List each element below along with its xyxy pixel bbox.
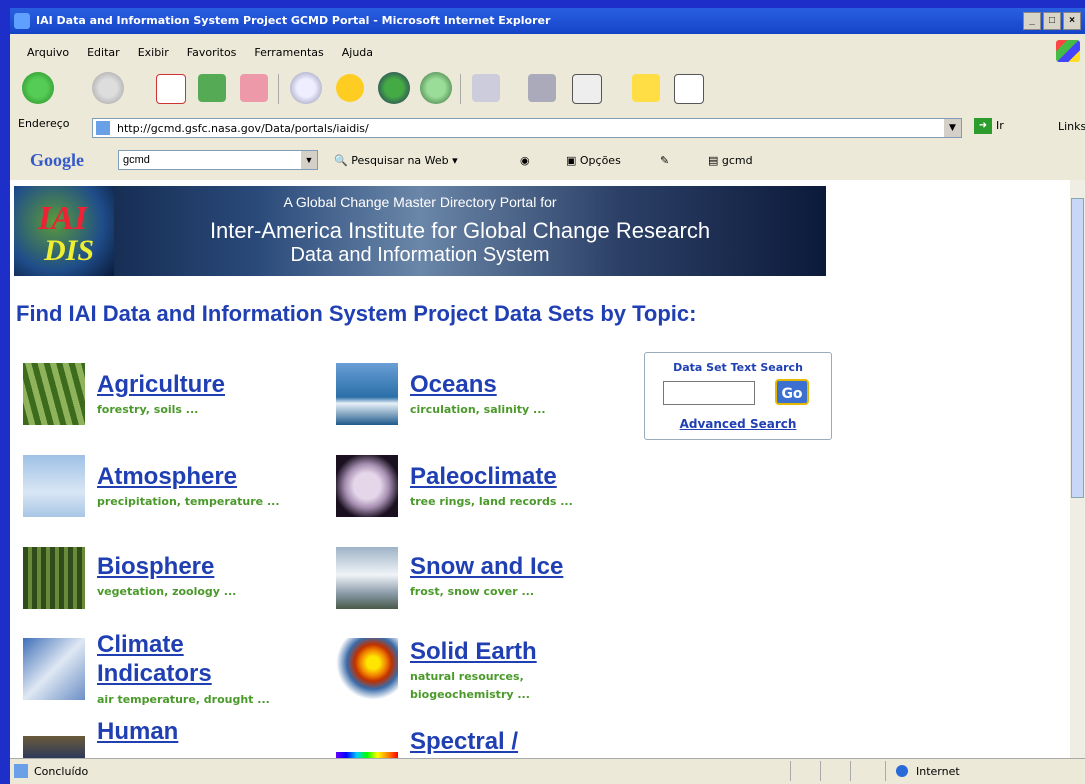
advanced-search-link[interactable]: Advanced Search [645,417,831,431]
climate-image[interactable] [23,638,85,700]
topic-link[interactable]: Climate [97,631,184,659]
search-panel-title: Data Set Text Search [673,361,803,374]
home-icon[interactable] [240,74,268,102]
topic-subtitle: vegetation, zoology ... [97,585,237,598]
search-icon[interactable] [290,72,322,104]
close-button[interactable]: × [1063,12,1081,30]
topic-subtitle: circulation, salinity ... [410,403,546,416]
banner-line3: Data and Information System [290,244,550,266]
topic-link[interactable]: Snow and Ice [410,553,563,581]
paleoclimate-image[interactable] [336,455,398,517]
google-logo[interactable]: Google [30,150,84,171]
menu-bar: Arquivo Editar Exibir Favoritos Ferramentas A… [18,43,382,61]
stop-icon[interactable] [156,74,186,104]
internet-zone-icon [896,765,908,777]
menu-editar[interactable]: Editar [78,46,129,59]
snow-ice-image[interactable] [336,547,398,609]
status-bar: Concluído Internet [10,758,1085,784]
topic-subtitle: forestry, soils ... [97,403,199,416]
refresh-icon[interactable] [198,74,226,102]
gcmd-search-button[interactable]: ▤ gcmd [708,154,753,167]
topic-subtitle: frost, snow cover ... [410,585,535,598]
topic-link[interactable]: Agriculture [97,371,225,399]
window-title: IAI Data and Information System Project … [36,14,551,27]
menu-arquivo[interactable]: Arquivo [18,46,78,59]
oceans-image[interactable] [336,363,398,425]
forward-icon[interactable] [92,72,124,104]
media-icon[interactable] [378,72,410,104]
banner-line2: Inter-America Institute for Global Chang… [209,218,711,243]
menu-ajuda[interactable]: Ajuda [333,46,382,59]
options-label: Opções [579,154,621,167]
dropdown-icon[interactable]: ▼ [944,119,961,137]
print-icon[interactable] [528,74,556,102]
search-input[interactable] [663,381,755,405]
go-button[interactable]: Go [775,379,809,405]
page-heading: Find IAI Data and Information System Pro… [16,301,697,326]
solid-earth-image[interactable] [336,638,398,700]
zone-text: Internet [916,765,960,778]
topic-link[interactable]: Human [97,718,178,746]
windows-logo-icon [1056,40,1080,62]
go-arrow-icon: ➜ [974,118,992,134]
topic-link[interactable]: Atmosphere [97,463,237,491]
address-input[interactable]: http://gcmd.gsfc.nasa.gov/Data/portals/i… [92,118,962,138]
google-search-input[interactable]: gcmd ▼ [118,150,318,170]
maximize-button[interactable]: □ [1043,12,1061,30]
dropdown-icon[interactable]: ▼ [301,151,317,169]
highlight-icon[interactable]: ✎ [660,154,669,167]
favorites-icon[interactable] [336,74,364,102]
topic-subtitle: air temperature, drought ... [97,693,270,706]
topic-link-line2[interactable]: Indicators [97,660,212,688]
address-value: http://gcmd.gsfc.nasa.gov/Data/portals/i… [117,122,369,135]
topic-link[interactable]: Oceans [410,371,497,399]
topic-link[interactable]: Spectral / [410,728,518,756]
options-button[interactable]: ▣ Opções [566,154,621,167]
topic-subtitle-line2: biogeochemistry ... [410,688,530,701]
page-content: IAI DIS A Global Change Master Directory… [10,180,1070,758]
scrollbar-thumb[interactable] [1071,198,1084,498]
page-done-icon [14,764,28,778]
gcmd-label: gcmd [721,154,753,167]
title-bar: IAI Data and Information System Project … [10,8,1085,34]
menu-ferramentas[interactable]: Ferramentas [245,46,332,59]
topic-link[interactable]: Paleoclimate [410,463,557,491]
portal-banner: IAI DIS A Global Change Master Directory… [14,186,826,276]
mail-icon[interactable] [472,74,500,102]
go-label: Ir [996,119,1004,132]
address-label: Endereço [18,117,70,130]
search-web-button[interactable]: 🔍 Pesquisar na Web ▾ [334,154,458,167]
messenger-icon[interactable] [674,74,704,104]
biosphere-image[interactable] [23,547,85,609]
menu-exibir[interactable]: Exibir [129,46,178,59]
banner-line1: A Global Change Master Directory Portal … [283,194,557,210]
topic-subtitle: natural resources, [410,670,524,683]
agriculture-image[interactable] [23,363,85,425]
go-button[interactable]: ➜ Ir [974,118,1004,134]
text-search-panel: Data Set Text Search Go Advanced Search [644,352,832,440]
back-icon[interactable] [22,72,54,104]
status-text: Concluído [34,765,89,778]
topic-link[interactable]: Biosphere [97,553,214,581]
topic-link[interactable]: Solid Earth [410,638,537,666]
topic-subtitle: precipitation, temperature ... [97,495,280,508]
vertical-scrollbar[interactable] [1070,180,1085,758]
ie-icon [14,13,30,29]
atmosphere-image[interactable] [23,455,85,517]
discuss-icon[interactable] [632,74,660,102]
google-query: gcmd [123,154,150,166]
history-icon[interactable] [420,72,452,104]
minimize-button[interactable]: _ [1023,12,1041,30]
search-web-label: Pesquisar na Web [351,154,449,167]
links-button[interactable]: Links [1058,120,1085,133]
pagerank-icon[interactable]: ◉ [520,154,530,167]
human-image[interactable] [23,736,85,758]
page-icon [96,121,110,135]
topic-subtitle: tree rings, land records ... [410,495,573,508]
edit-icon[interactable] [572,74,602,104]
menu-favoritos[interactable]: Favoritos [178,46,246,59]
